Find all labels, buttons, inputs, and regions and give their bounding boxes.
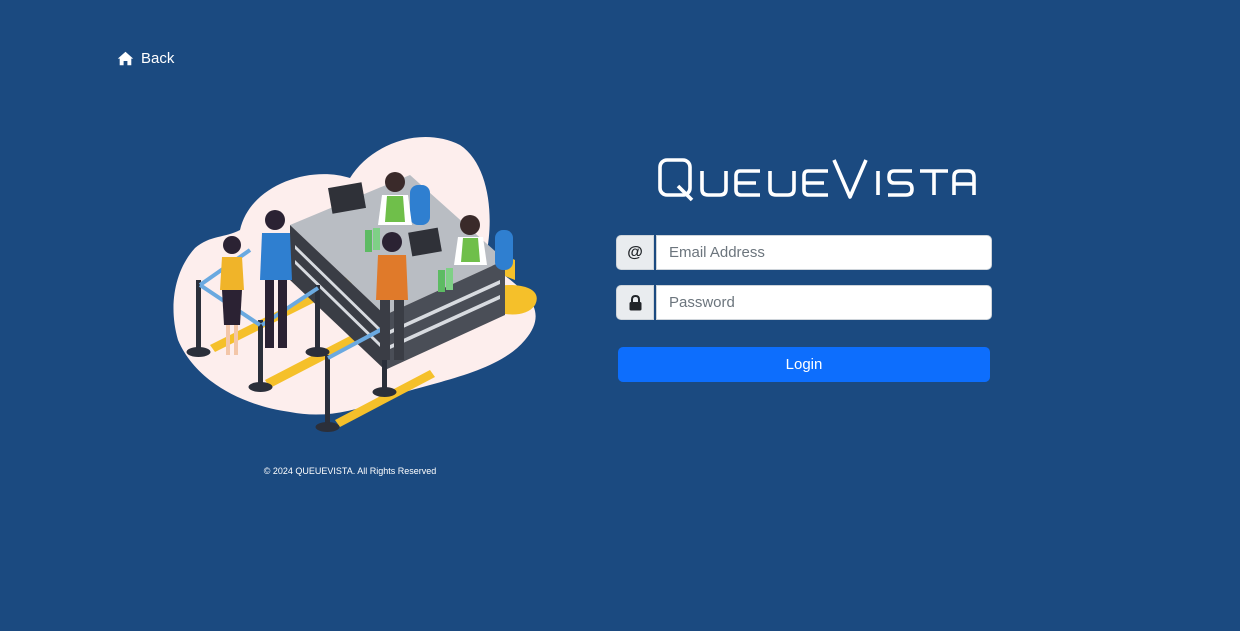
email-field-group: @ [616, 235, 992, 270]
lock-icon [616, 285, 654, 320]
password-field-group [616, 285, 992, 320]
copyright-footer: © 2024 QUEUEVISTA. All Rights Reserved [263, 466, 437, 476]
back-link[interactable]: Back [117, 50, 174, 67]
password-input[interactable] [656, 285, 992, 320]
login-button[interactable]: Login [618, 347, 990, 382]
queuevista-logo [658, 158, 976, 202]
home-icon [117, 51, 134, 66]
back-label: Back [141, 50, 175, 67]
queue-illustration [173, 137, 537, 432]
at-sign-icon: @ [616, 235, 654, 270]
email-input[interactable] [656, 235, 992, 270]
